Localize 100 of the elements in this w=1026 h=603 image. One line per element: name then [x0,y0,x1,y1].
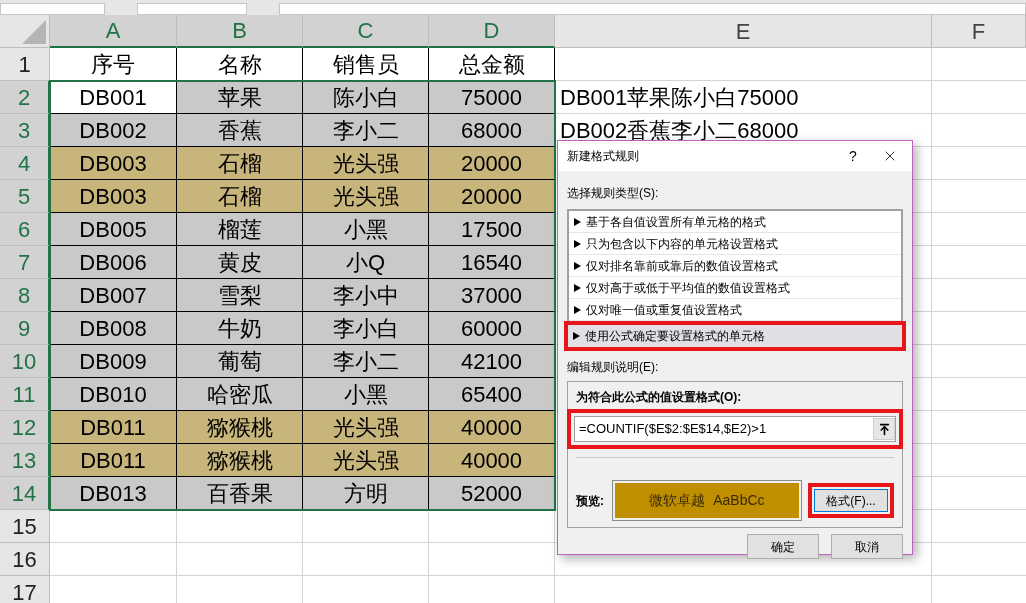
formula-bar[interactable] [137,3,247,15]
table-cell: 黄皮 [177,246,303,279]
table-cell: 42100 [429,345,555,378]
description-label: 编辑规则说明(E): [567,359,660,376]
rule-type-item[interactable]: 使用公式确定要设置格式的单元格 [568,325,902,347]
row-header[interactable]: 16 [0,543,50,576]
collapse-button[interactable] [873,418,895,440]
table-cell: 李小中 [303,279,429,312]
cancel-button[interactable]: 取消 [831,534,903,559]
row-header[interactable]: 17 [0,576,50,603]
table-cell: DB003 [50,147,177,180]
rule-type-item[interactable]: 仅对唯一值或重复值设置格式 [569,299,901,321]
table-cell: 60000 [429,312,555,345]
table-cell: DB001苹果陈小白75000 [555,81,932,114]
table-cell: 百香果 [177,477,303,510]
table-cell: 石榴 [177,180,303,213]
table-cell: 20000 [429,147,555,180]
row-header[interactable]: 15 [0,510,50,543]
table-cell: 16540 [429,246,555,279]
table-cell: DB011 [50,411,177,444]
table-cell: DB009 [50,345,177,378]
row-header[interactable]: 12 [0,411,50,444]
table-cell: 光头强 [303,411,429,444]
table-cell: DB002 [50,114,177,147]
table-cell: 方明 [303,477,429,510]
table-cell: DB003 [50,180,177,213]
triangle-icon [574,305,581,314]
table-cell: 40000 [429,444,555,477]
table-cell: 光头强 [303,147,429,180]
table-cell: 陈小白 [303,81,429,114]
select-all-corner[interactable] [0,15,50,48]
triangle-icon [574,217,581,226]
rule-type-item[interactable]: 基于各自值设置所有单元格的格式 [569,211,901,233]
triangle-icon [574,261,581,270]
row-header[interactable]: 10 [0,345,50,378]
row-header[interactable]: 11 [0,378,50,411]
table-cell: 葡萄 [177,345,303,378]
table-cell: DB005 [50,213,177,246]
row-header[interactable]: 4 [0,147,50,180]
row-header[interactable]: 3 [0,114,50,147]
column-header[interactable]: A [50,15,177,48]
triangle-icon [573,331,580,340]
row-header[interactable]: 7 [0,246,50,279]
table-cell: 52000 [429,477,555,510]
rule-type-item[interactable]: 只为包含以下内容的单元格设置格式 [569,233,901,255]
table-cell: 牛奶 [177,312,303,345]
row-header[interactable]: 6 [0,213,50,246]
column-header[interactable]: C [303,15,429,48]
rule-type-label: 选择规则类型(S): [567,185,660,202]
table-cell: 苹果 [177,81,303,114]
row-header[interactable]: 5 [0,180,50,213]
table-cell: 20000 [429,180,555,213]
table-cell: 小黑 [303,213,429,246]
row-header[interactable]: 13 [0,444,50,477]
table-cell: 香蕉 [177,114,303,147]
table-cell: 68000 [429,114,555,147]
table-cell: 李小二 [303,345,429,378]
table-cell: 40000 [429,411,555,444]
table-cell: 雪梨 [177,279,303,312]
table-cell: 猕猴桃 [177,444,303,477]
table-cell: DB006 [50,246,177,279]
preview-label: 预览: [576,492,605,510]
table-cell: 75000 [429,81,555,114]
row-header[interactable]: 1 [0,48,50,81]
row-header[interactable]: 2 [0,81,50,114]
rule-type-item[interactable]: 仅对高于或低于平均值的数值设置格式 [569,277,901,299]
format-preview: 微软卓越 AaBbCc [615,483,799,518]
table-cell: 榴莲 [177,213,303,246]
table-cell: DB007 [50,279,177,312]
column-header[interactable]: D [429,15,555,48]
column-header[interactable]: F [932,15,1026,48]
name-box[interactable] [0,3,105,15]
column-header[interactable]: B [177,15,303,48]
table-cell: 李小二 [303,114,429,147]
formula-label: 为符合此公式的值设置格式(O): [576,389,743,406]
triangle-icon [22,20,46,44]
table-cell: 猕猴桃 [177,411,303,444]
ok-button[interactable]: 确定 [747,534,819,559]
table-cell: 李小白 [303,312,429,345]
row-header[interactable]: 9 [0,312,50,345]
table-cell: 光头强 [303,180,429,213]
upload-arrow-icon [877,422,891,436]
column-header[interactable]: E [555,15,932,48]
table-cell: 65400 [429,378,555,411]
rule-type-item[interactable]: 仅对排名靠前或靠后的数值设置格式 [569,255,901,277]
table-cell: DB010 [50,378,177,411]
table-cell: 17500 [429,213,555,246]
table-cell: DB013 [50,477,177,510]
table-cell: 小Q [303,246,429,279]
triangle-icon [574,239,581,248]
table-cell: 37000 [429,279,555,312]
table-cell: DB011 [50,444,177,477]
formula-field[interactable]: =COUNTIF($E$2:$E$14,$E2)>1 [574,416,896,442]
table-cell: 石榴 [177,147,303,180]
dialog-title: 新建格式规则 [567,148,640,165]
format-button[interactable]: 格式(F)... [814,489,888,512]
table-cell: 哈密瓜 [177,378,303,411]
row-header[interactable]: 8 [0,279,50,312]
triangle-icon [574,283,581,292]
row-header[interactable]: 14 [0,477,50,510]
